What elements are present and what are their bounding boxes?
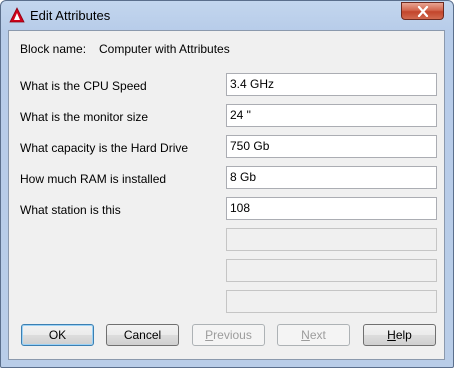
cancel-button[interactable]: Cancel: [106, 324, 179, 346]
attribute-field-station[interactable]: 108: [226, 197, 437, 220]
attribute-prompt-station: What station is this: [20, 203, 121, 217]
help-accelerator: H: [387, 328, 396, 342]
block-name-value: Computer with Attributes: [99, 42, 230, 56]
ok-button[interactable]: OK: [21, 324, 94, 346]
next-button[interactable]: Next: [277, 324, 350, 346]
autocad-icon: [9, 7, 25, 23]
block-name-label: Block name:: [20, 42, 87, 56]
close-button[interactable]: [401, 2, 444, 20]
help-button[interactable]: Help: [363, 324, 436, 346]
next-accelerator: N: [301, 328, 310, 342]
help-label: elp: [395, 328, 412, 342]
attribute-prompt-monitor: What is the monitor size: [20, 110, 149, 124]
empty-attribute-field: [226, 259, 437, 282]
empty-attribute-field: [226, 228, 437, 251]
previous-accelerator: P: [205, 328, 214, 342]
edit-attributes-dialog: Edit Attributes Block name: Computer wit…: [0, 0, 454, 368]
empty-attribute-field: [226, 290, 437, 313]
attribute-prompt-cpu: What is the CPU Speed: [20, 79, 147, 93]
dialog-body: Block name: Computer with Attributes Wha…: [8, 30, 445, 360]
attribute-prompt-hard-drive: What capacity is the Hard Drive: [20, 141, 189, 155]
title-bar[interactable]: Edit Attributes: [1, 1, 453, 31]
window-title: Edit Attributes: [30, 8, 111, 23]
close-icon: [417, 6, 429, 17]
attribute-field-monitor[interactable]: 24 ": [226, 104, 437, 127]
attribute-prompt-ram: How much RAM is installed: [20, 172, 167, 186]
attribute-field-ram[interactable]: 8 Gb: [226, 166, 437, 189]
previous-label: revious: [213, 328, 252, 342]
previous-button[interactable]: Previous: [192, 324, 265, 346]
next-label: ext: [309, 328, 326, 342]
attribute-field-hard-drive[interactable]: 750 Gb: [226, 135, 437, 158]
attribute-field-cpu[interactable]: 3.4 GHz: [226, 73, 437, 96]
